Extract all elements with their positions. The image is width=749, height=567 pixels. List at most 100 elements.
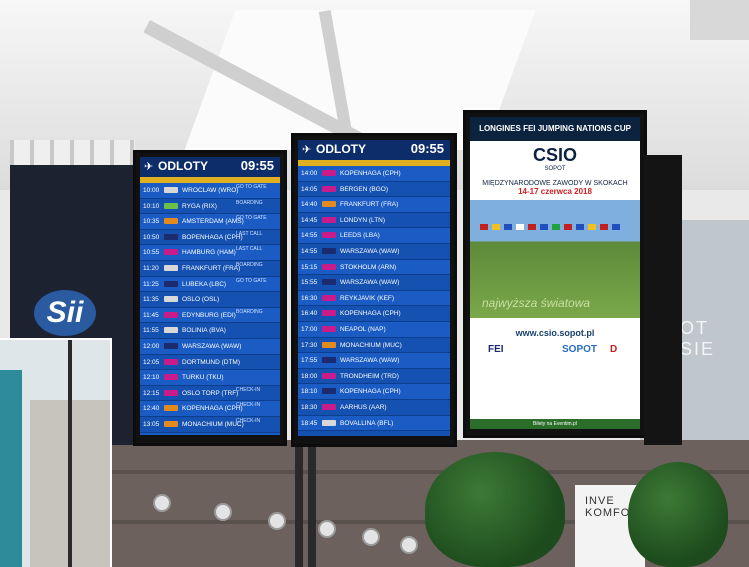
flight-time: 14:55 [301,247,318,255]
flight-time: 11:20 [143,264,159,272]
airline-logo [322,403,336,410]
flight-row: 18:45 BOVALLINA (BFL) [298,415,450,432]
sii-logo: Sii [34,290,96,336]
flight-row: 12:15 OSLO TORP (TRF) CHECK-IN [140,386,280,402]
flight-status: CHECK-IN [236,386,261,393]
flight-row: 14:55 LEEDS (LBA) [298,228,450,244]
airport-scene: OT SIE INVE KOMFO Sii ✈ ODLOTY 09:55 10:… [0,0,749,567]
flag [480,224,488,230]
flight-row: 10:00 WROCLAW (WRO) GO TO GATE [140,183,280,199]
flight-time: 14:55 [301,232,318,240]
flight-row: 18:10 KOPENHAGA (CPH) [298,384,450,400]
flight-time: 17:30 [301,341,318,349]
flight-status: CHECK-IN [236,402,261,409]
board-display: ✈ ODLOTY 09:55 10:00 WROCLAW (WRO) GO TO G… [140,157,280,435]
flight-destination: KOPENHAGA (CPH) [340,388,401,396]
flight-destination: FRANKFURT (FRA) [340,201,399,209]
airline-logo [322,388,336,395]
flight-destination: WARSZAWA (WAW) [340,247,400,255]
advert-top-banner: LONGINES FEI JUMPING NATIONS CUP [470,117,640,141]
flight-destination: WARSZAWA (WAW) [340,357,400,365]
flight-time: 11:25 [143,280,159,288]
advert-screen-back [644,155,682,445]
flight-row: 14:00 KOPENHAGA (CPH) [298,166,450,182]
flight-time: 12:05 [143,358,160,366]
flight-destination: LONDYN (LTN) [340,216,386,224]
flag [540,224,548,230]
flight-row: 12:40 KOPENHAGA (CPH) CHECK-IN [140,401,280,417]
airline-logo [164,202,178,209]
wall-light [268,512,286,530]
flag [504,224,512,230]
flight-destination: BOLINIA (BVA) [182,327,226,335]
flight-status: BOARDING [236,261,263,268]
fei-logo: FEI [488,344,504,355]
flight-row: 10:55 HAMBURG (HAM) LAST CALL [140,245,280,261]
flight-row: 12:00 WARSZAWA (WAW) [140,338,280,355]
flight-time: 18:10 [301,388,318,396]
flight-row: 15:15 STOKHOLM (ARN) [298,259,450,276]
flag [528,224,536,230]
flight-destination: STOKHOLM (ARN) [340,263,397,271]
wall-light [400,536,418,554]
potted-tree [628,462,728,567]
board-clock: 09:55 [240,158,274,173]
flight-destination: REYKJAVIK (KEF) [340,294,395,302]
flight-destination: AMSTERDAM (AMS) [182,218,244,226]
airline-logo [164,218,178,225]
flight-row: 11:55 BOLINIA (BVA) [140,323,280,339]
flight-time: 18:45 [301,419,318,427]
flight-row: 14:40 FRANKFURT (FRA) [298,197,450,213]
airline-logo [322,294,336,301]
advert-footer: Bilety na Eventim.pl [470,419,640,429]
airline-logo [164,374,178,381]
flight-time: 14:00 [301,170,318,177]
flight-row: 18:30 AARHUS (AAR) [298,400,450,416]
event-dates: 14-17 czerwca 2018 [518,187,592,196]
flag [516,224,524,230]
flag [492,224,500,230]
advert-screen: LONGINES FEI JUMPING NATIONS CUP CSIO SO… [463,110,647,438]
plane-icon: ✈ [302,144,312,156]
flight-row: 16:40 KOPENHAGA (CPH) [298,306,450,322]
flight-destination: OSLO (OSL) [182,296,220,304]
flight-time: 14:40 [301,201,318,209]
airline-logo [322,419,336,426]
csio-logo: CSIO [532,145,577,165]
flight-row: 14:55 WARSZAWA (WAW) [298,244,450,260]
plane-icon: ✈ [144,161,154,173]
board-title: ODLOTY [158,159,208,173]
event-name: MIĘDZYNARODOWE ZAWODY W SKOKACH [482,180,628,187]
flight-time: 10:00 [143,187,160,194]
flight-destination: LEEDS (LBA) [340,232,380,240]
board-display: ✈ ODLOTY 09:55 14:00 KOPENHAGA (CPH) 14:05… [298,140,450,436]
flight-row: 10:50 BOPENHAGA (CPH) LAST CALL [140,230,280,246]
flight-destination: FRANKFURT (FRA) [182,264,241,272]
flight-destination: TRONDHEIM (TRD) [340,372,399,380]
advert-display: LONGINES FEI JUMPING NATIONS CUP CSIO SO… [470,117,640,429]
flight-status: CHECK-IN [236,417,261,424]
airline-logo [164,280,178,287]
airline-logo [164,264,178,271]
flight-destination: DORTMUND (DTM) [182,358,241,366]
flight-time: 18:00 [301,372,318,380]
flight-time: 10:50 [143,233,160,241]
flight-row: 16:30 REYKJAVIK (KEF) [298,290,450,307]
flight-row: 13:05 MONACHIUM (MUC) CHECK-IN [140,417,280,433]
flight-destination: MONACHIUM (MUC) [340,341,402,349]
flight-row: 10:10 RYGA (RIX) BOARDING [140,199,280,215]
departures-board-left: ✈ ODLOTY 09:55 10:00 WROCLAW (WRO) GO TO G… [133,150,287,446]
flight-time: 18:30 [301,403,318,411]
airline-logo [322,170,336,176]
airline-logo [322,310,336,317]
flight-destination: KOPENHAGA (CPH) [182,405,243,413]
flight-time: 15:55 [301,279,318,287]
airline-logo [322,232,336,239]
airline-logo [164,389,178,396]
airline-logo [322,216,336,223]
inset-kiosk [0,370,22,567]
airline-logo [164,296,178,303]
flight-destination: KOPENHAGA (CPH) [340,310,401,318]
flight-destination: EDYNBURG (EDI) [182,311,236,319]
flight-time: 14:45 [301,216,318,224]
